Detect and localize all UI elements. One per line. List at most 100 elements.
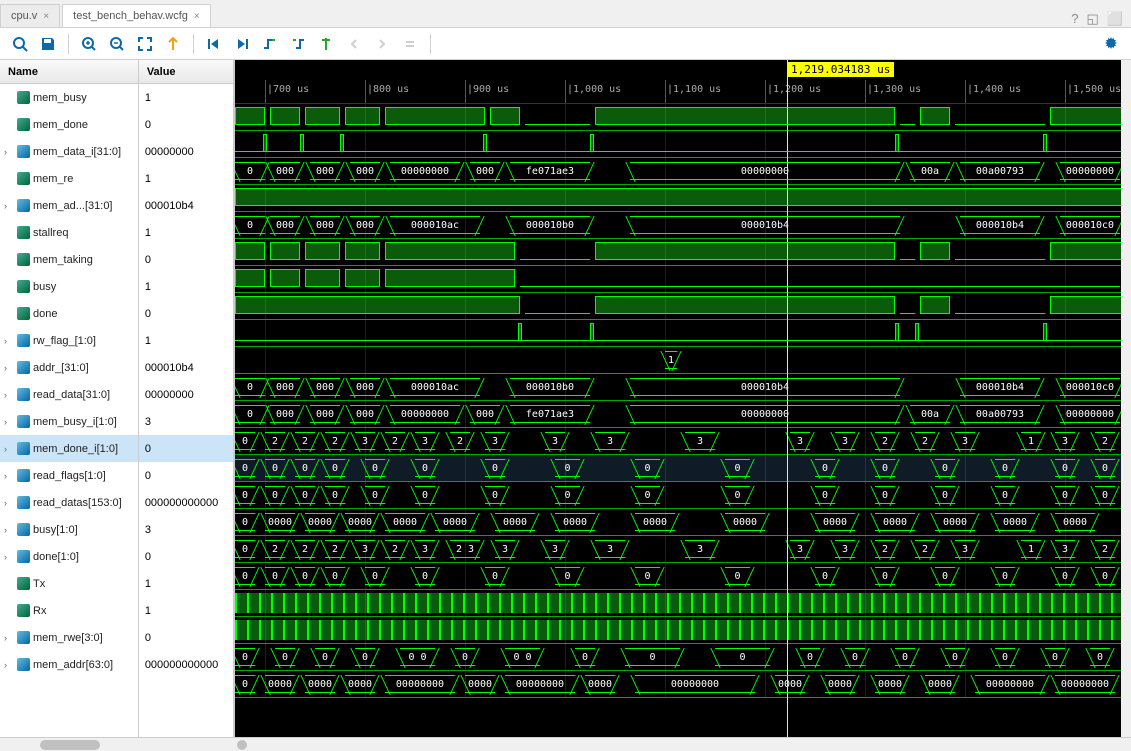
first-icon[interactable] — [202, 32, 226, 56]
cursor-time-label[interactable]: 1,219.034183 us — [787, 62, 894, 77]
wave-row[interactable]: 00000 000 00000000000 — [235, 644, 1131, 671]
wave-row[interactable] — [235, 590, 1131, 617]
signal-value[interactable]: 00000000 — [139, 381, 233, 408]
signal-row[interactable]: ›done[1:0] — [0, 543, 138, 570]
signal-value[interactable]: 000000000000 — [139, 651, 233, 678]
signal-value[interactable]: 000010b4 — [139, 192, 233, 219]
signal-value[interactable]: 0 — [139, 246, 233, 273]
prev-edge-icon[interactable] — [258, 32, 282, 56]
vertical-scrollbar[interactable] — [1121, 60, 1131, 737]
signal-value[interactable]: 00000000 — [139, 138, 233, 165]
tab-wcfg[interactable]: test_bench_behav.wcfg × — [62, 4, 211, 27]
signal-value[interactable]: 1 — [139, 84, 233, 111]
signal-value[interactable]: 0 — [139, 300, 233, 327]
signal-row[interactable]: ›read_flags[1:0] — [0, 462, 138, 489]
wave-row[interactable]: 02223232333333223132 — [235, 428, 1131, 455]
signal-row[interactable]: mem_taking — [0, 246, 138, 273]
signal-row[interactable]: ›addr_[31:0] — [0, 354, 138, 381]
wave-row[interactable]: 000000000000000000000fe071ae30000000000a… — [235, 401, 1131, 428]
signal-row[interactable]: busy — [0, 273, 138, 300]
add-marker-icon[interactable] — [314, 32, 338, 56]
waveform-area[interactable]: 1,219.034183 us |700 us|800 us|900 us|1,… — [235, 60, 1131, 737]
wave-row[interactable]: 1 — [235, 347, 1131, 374]
wave-row[interactable]: 0000000000000000 — [235, 563, 1131, 590]
signal-row[interactable]: stallreq — [0, 219, 138, 246]
next-marker-icon[interactable] — [370, 32, 394, 56]
signal-row[interactable]: mem_re — [0, 165, 138, 192]
cursor-line[interactable] — [787, 60, 788, 737]
wave-row[interactable] — [235, 293, 1131, 320]
wave-row[interactable]: 02223232 3333333223132 — [235, 536, 1131, 563]
signal-row[interactable]: ›read_datas[153:0] — [0, 489, 138, 516]
help-icon[interactable]: ? — [1071, 11, 1078, 27]
signal-row[interactable]: ›mem_rwe[3:0] — [0, 624, 138, 651]
signal-row[interactable]: ›busy[1:0] — [0, 516, 138, 543]
last-icon[interactable] — [230, 32, 254, 56]
signal-value[interactable]: 000010b4 — [139, 354, 233, 381]
close-icon[interactable]: × — [43, 11, 49, 22]
signal-row[interactable]: mem_done — [0, 111, 138, 138]
wave-row[interactable] — [235, 104, 1131, 131]
signal-value[interactable]: 1 — [139, 327, 233, 354]
signal-value[interactable]: 0 — [139, 462, 233, 489]
signal-row[interactable]: done — [0, 300, 138, 327]
signal-row[interactable]: ›mem_busy_i[1:0] — [0, 408, 138, 435]
signal-value[interactable]: 0 — [139, 543, 233, 570]
signal-value[interactable]: 1 — [139, 165, 233, 192]
time-ruler[interactable]: |700 us|800 us|900 us|1,000 us|1,100 us|… — [235, 80, 1131, 104]
wave-row[interactable] — [235, 617, 1131, 644]
search-icon[interactable] — [8, 32, 32, 56]
wave-row[interactable]: 0000000000000010ac000010b0000010b4000010… — [235, 374, 1131, 401]
next-edge-icon[interactable] — [286, 32, 310, 56]
signal-value[interactable]: 1 — [139, 570, 233, 597]
wave-row[interactable]: 0000000000000000000000000000000000000000… — [235, 671, 1131, 698]
scroll-thumb[interactable] — [40, 740, 100, 750]
signal-row[interactable]: ›mem_addr[63:0] — [0, 651, 138, 678]
name-header[interactable]: Name — [0, 60, 138, 84]
wave-row[interactable]: 0000000000000000 — [235, 482, 1131, 509]
wave-row[interactable] — [235, 266, 1131, 293]
signal-row[interactable]: Tx — [0, 570, 138, 597]
signal-row[interactable]: ›mem_ad...[31:0] — [0, 192, 138, 219]
signal-value[interactable]: 1 — [139, 273, 233, 300]
zoom-fit-icon[interactable] — [133, 32, 157, 56]
signal-value[interactable]: 3 — [139, 516, 233, 543]
wave-row[interactable] — [235, 131, 1131, 158]
save-icon[interactable] — [36, 32, 60, 56]
wave-row[interactable]: 000000000000000000000fe071ae30000000000a… — [235, 158, 1131, 185]
signal-row[interactable]: ›rw_flag_[1:0] — [0, 327, 138, 354]
signal-name: read_datas[153:0] — [33, 497, 122, 509]
signal-row[interactable]: mem_busy — [0, 84, 138, 111]
prev-marker-icon[interactable] — [342, 32, 366, 56]
scroll-thumb[interactable] — [237, 740, 247, 750]
signal-value[interactable]: 0 — [139, 435, 233, 462]
wave-row[interactable] — [235, 320, 1131, 347]
signal-value[interactable]: 1 — [139, 219, 233, 246]
scrollbar-left[interactable] — [0, 738, 235, 751]
signal-value[interactable]: 0 — [139, 111, 233, 138]
restore-icon[interactable]: ◱ — [1087, 11, 1099, 27]
tab-cpu-v[interactable]: cpu.v × — [0, 4, 60, 27]
wave-row[interactable]: 0000000000000000 — [235, 455, 1131, 482]
wave-row[interactable]: 0000000000000010ac000010b0000010b4000010… — [235, 212, 1131, 239]
scrollbar-right[interactable] — [235, 738, 1131, 751]
wave-row[interactable] — [235, 239, 1131, 266]
signal-row[interactable]: ›mem_done_i[1:0] — [0, 435, 138, 462]
signal-row[interactable]: ›read_data[31:0] — [0, 381, 138, 408]
swap-icon[interactable] — [398, 32, 422, 56]
gear-icon[interactable] — [1099, 32, 1123, 56]
signal-row[interactable]: ›mem_data_i[31:0] — [0, 138, 138, 165]
close-icon[interactable]: × — [194, 11, 200, 22]
zoom-in-icon[interactable] — [77, 32, 101, 56]
value-header[interactable]: Value — [139, 60, 233, 84]
wave-row[interactable] — [235, 185, 1131, 212]
zoom-out-icon[interactable] — [105, 32, 129, 56]
signal-row[interactable]: Rx — [0, 597, 138, 624]
maximize-icon[interactable]: ⬜ — [1107, 11, 1123, 27]
wave-row[interactable]: 0000000000000000000000000000000000000000… — [235, 509, 1131, 536]
goto-cursor-icon[interactable] — [161, 32, 185, 56]
signal-value[interactable]: 000000000000 — [139, 489, 233, 516]
signal-value[interactable]: 3 — [139, 408, 233, 435]
signal-value[interactable]: 1 — [139, 597, 233, 624]
signal-value[interactable]: 0 — [139, 624, 233, 651]
